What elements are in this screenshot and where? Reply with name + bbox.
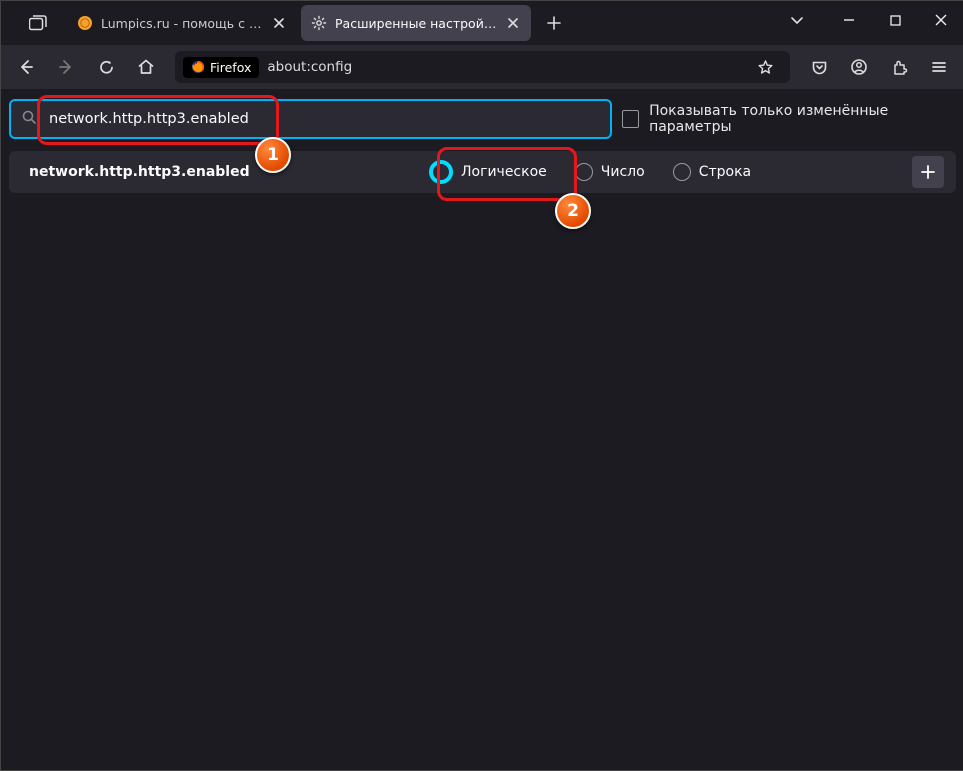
search-row: Показывать только изменённые параметры (9, 99, 956, 139)
tab-close-icon[interactable] (505, 15, 521, 31)
bookmark-star-icon[interactable] (748, 50, 782, 84)
app-menu-button[interactable] (922, 50, 956, 84)
tab-list-chevron-icon[interactable] (790, 13, 804, 27)
extensions-button[interactable] (882, 50, 916, 84)
firefox-icon (191, 60, 205, 74)
pref-name: network.http.http3.enabled (21, 164, 429, 180)
tabs: Lumpics.ru - помощь с компьютером Расшир… (65, 5, 569, 41)
new-tab-button[interactable] (539, 8, 569, 38)
search-input[interactable] (47, 110, 600, 128)
search-box[interactable] (9, 99, 612, 139)
radio-icon (429, 160, 453, 184)
reload-button[interactable] (89, 50, 123, 84)
show-modified-label: Показывать только изменённые параметры (649, 103, 956, 135)
window-close-button[interactable] (918, 1, 963, 39)
tab-title: Lumpics.ru - помощь с компьютером (101, 16, 263, 31)
window-maximize-button[interactable] (872, 1, 918, 39)
checkbox-icon[interactable] (622, 110, 639, 128)
favicon-lumpics (77, 15, 93, 31)
show-modified-toggle[interactable]: Показывать только изменённые параметры (622, 103, 956, 135)
radio-icon (575, 163, 593, 181)
recent-windows-button[interactable] (21, 6, 55, 40)
radio-label: Число (601, 164, 645, 180)
about-config-content: Показывать только изменённые параметры n… (1, 89, 963, 209)
browser-window: Lumpics.ru - помощь с компьютером Расшир… (0, 0, 963, 771)
gear-icon (311, 15, 327, 31)
window-minimize-button[interactable] (826, 1, 872, 39)
pref-row: network.http.http3.enabled Логическое Чи… (9, 151, 956, 193)
add-pref-button[interactable] (912, 156, 944, 188)
radio-icon (673, 163, 691, 181)
identity-label: Firefox (210, 60, 251, 75)
tab-aboutconfig[interactable]: Расширенные настройки (301, 5, 531, 41)
radio-string[interactable]: Строка (673, 163, 751, 181)
radio-boolean[interactable]: Логическое (429, 160, 547, 184)
radio-label: Строка (699, 164, 751, 180)
url-bar[interactable]: Firefox about:config (175, 51, 790, 83)
account-button[interactable] (842, 50, 876, 84)
url-text: about:config (267, 59, 352, 75)
nav-toolbar: Firefox about:config (1, 45, 963, 89)
pref-type-radios: Логическое Число Строка (429, 160, 751, 184)
identity-badge[interactable]: Firefox (183, 57, 259, 78)
tab-close-icon[interactable] (271, 15, 287, 31)
titlebar: Lumpics.ru - помощь с компьютером Расшир… (1, 1, 963, 45)
radio-label: Логическое (461, 164, 547, 180)
tab-title: Расширенные настройки (335, 16, 497, 31)
radio-number[interactable]: Число (575, 163, 645, 181)
search-wrap (9, 99, 612, 139)
home-button[interactable] (129, 50, 163, 84)
search-icon (21, 109, 37, 125)
forward-button (49, 50, 83, 84)
window-controls (826, 1, 963, 39)
pocket-button[interactable] (802, 50, 836, 84)
back-button[interactable] (9, 50, 43, 84)
tab-lumpics[interactable]: Lumpics.ru - помощь с компьютером (67, 5, 297, 41)
